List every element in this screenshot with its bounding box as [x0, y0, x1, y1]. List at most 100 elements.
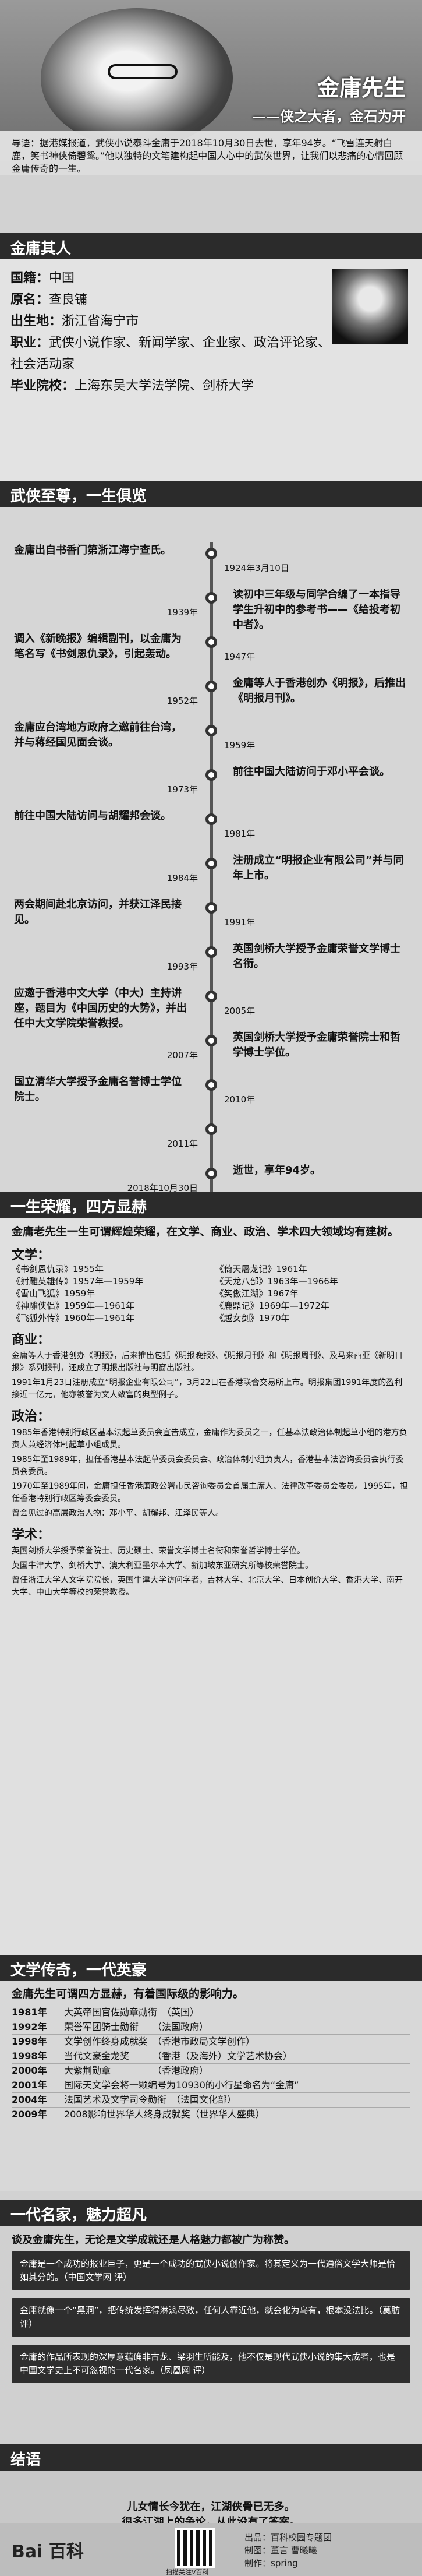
hero-banner: 金庸先生 ——侠之大者，金石为开 导语：据港媒报道，武侠小说泰斗金庸于2018年… — [0, 0, 422, 175]
person-row-value: 浙江省海宁市 — [62, 314, 139, 329]
timeline-dot — [205, 902, 217, 914]
glasses-graphic — [108, 64, 178, 79]
award-text: 法国艺术及文学司令勋衔 （法国文化部） — [64, 2094, 237, 2105]
timeline-year: 1947年 — [224, 651, 256, 662]
person-row: 毕业院校：上海东吴大学法学院、剑桥大学 — [10, 375, 412, 397]
award-year: 2000年 — [12, 2065, 47, 2076]
work-item: 《倚天屠龙记》1961年 — [215, 1264, 307, 1274]
timeline-event-text: 逝世，享年94岁。 — [233, 1164, 321, 1176]
person-row-value: 上海东吴大学法学院、剑桥大学 — [75, 379, 254, 393]
credit-line: 出品：百科校园专题团 — [244, 2532, 332, 2543]
person-row-key: 国籍： — [10, 271, 49, 286]
timeline-year: 1991年 — [224, 917, 256, 928]
politics-paragraph: 1970年至1989年间，金庸担任香港廉政公署市民咨询委员会首届主席人、法律改革… — [12, 1482, 408, 1503]
credits: 出品：百科校园专题团 制图：董言 曹曦曦 制作：spring — [244, 2531, 332, 2570]
qr-code — [175, 2528, 215, 2568]
award-year: 1998年 — [12, 2036, 47, 2047]
work-item: 《天龙八部》1963年—1966年 — [215, 1276, 338, 1287]
award-year: 2009年 — [12, 2109, 47, 2120]
infographic-page: 金庸先生 ——侠之大者，金石为开 导语：据港媒报道，武侠小说泰斗金庸于2018年… — [0, 0, 422, 2576]
award-row: 1981年 大英帝国官佐勋章勋衔 （英国） — [12, 2006, 410, 2020]
person-section: 国籍：中国 原名：查良镛出生地：浙江省海宁市职业：武侠小说作家、新闻学家、企业家、… — [0, 259, 422, 504]
legend-section: 金庸先生可谓四方显赫，有着国际级的影响力。 1981年 大英帝国官佐勋章勋衔 （英… — [0, 1981, 422, 2191]
timeline-year: 1924年3月10日 — [224, 563, 289, 573]
award-year: 2004年 — [12, 2094, 47, 2105]
person-row-key: 原名： — [10, 293, 49, 307]
timeline-event-text: 国立清华大学授予金庸名誉博士学位院士。 — [14, 1076, 182, 1103]
honors-section: 金庸老先生一生可谓辉煌荣耀，在文学、商业、政治、学术四大领域均有建树。 文学： … — [0, 1218, 422, 1958]
award-row: 2000年 大紫荆勋章 （香港政府） — [12, 2064, 410, 2078]
award-row: 1992年 荣誉军团骑士勋衔 （法国政府） — [12, 2020, 410, 2035]
work-item: 《射雕英雄传》1957年—1959年 — [12, 1276, 144, 1287]
timeline-dot — [205, 548, 217, 559]
award-text: 文学创作终身成就奖 （香港市政局文学创作） — [64, 2036, 256, 2047]
timeline-event-text: 应邀于香港中文大学（中大）主持讲座，题目为《中国历史的大势》，并出任中大文学院荣… — [14, 987, 187, 1030]
person-row: 职业：武侠小说作家、新闻学家、企业家、政治评论家、社会活动家 — [10, 332, 336, 375]
award-row: 1998年 文学创作终身成就奖 （香港市政局文学创作） — [12, 2035, 410, 2049]
timeline-event-text: 两会期间赴北京访问，并获江泽民接见。 — [14, 898, 182, 926]
award-text: 国际天文学会将一颗编号为10930的小行星命名为“金庸” — [64, 2080, 299, 2091]
award-text: 2008影响世界华人终身成就奖（世界华人盛典） — [64, 2109, 265, 2120]
timeline-year: 2010年 — [224, 1094, 256, 1105]
award-text: 大英帝国官佐勋章勋衔 （英国） — [64, 2007, 200, 2018]
timeline-event-text: 英国剑桥大学授予金庸荣誉文学博士名衔。 — [233, 943, 400, 970]
quotes-intro: 谈及金庸先生，无论是文学成就还是人格魅力都被广为称赞。 — [12, 2234, 295, 2246]
qr-caption: 扫描关注V百科 — [166, 2568, 209, 2576]
section-title-honors: 一生荣耀，四方显赫 — [0, 1192, 422, 1218]
timeline-dot — [205, 681, 217, 692]
timeline-event-text: 调入《新晚报》编辑副刊，以金庸为笔名写《书剑恩仇录》，引起轰动。 — [14, 633, 182, 660]
timeline-year: 1973年 — [166, 784, 198, 795]
politics-paragraph: 1985年至1989年，担任香港基本法起草委员会委员会、政治体制小组负责人，香港… — [12, 1455, 404, 1476]
section-title-legend: 文学传奇，一代英豪 — [0, 1955, 422, 1982]
academic-paragraph: 曾任浙江大学人文学院院长，英国牛津大学访问学者，吉林大学、北京大学、日本创价大学… — [12, 1576, 403, 1597]
timeline-year: 1981年 — [224, 829, 256, 839]
work-item: 《笑傲江湖》1967年 — [215, 1288, 299, 1299]
timeline-dot — [205, 1123, 217, 1135]
award-row: 2004年 法国艺术及文学司令勋衔 （法国文化部） — [12, 2093, 410, 2108]
timeline-dot — [205, 725, 217, 736]
academic-paragraph: 英国牛津大学、剑桥大学、澳大利亚墨尔本大学、新加坡东亚研究所等校荣誉院士。 — [12, 1561, 313, 1570]
timeline-dot — [205, 1079, 217, 1091]
politics-heading: 政治： — [12, 1409, 51, 1424]
award-row: 1998年 当代文豪金龙奖 （香港（及海外）文学艺术协会） — [12, 2049, 410, 2064]
timeline-event-text: 金庸应台湾地方政府之邀前往台湾，并与蒋经国见面会谈。 — [14, 721, 182, 749]
honors-intro: 金庸老先生一生可谓辉煌荣耀，在文学、商业、政治、学术四大领域均有建树。 — [12, 1225, 399, 1238]
award-year: 1992年 — [12, 2021, 47, 2032]
legend-intro: 金庸先生可谓四方显赫，有着国际级的影响力。 — [12, 1987, 244, 2000]
timeline-year: 1952年 — [166, 696, 198, 706]
person-row-key: 出生地： — [10, 314, 62, 329]
hero-title: 金庸先生 — [317, 75, 406, 101]
timeline-year: 1993年 — [166, 961, 198, 972]
timeline-event-text: 读初中三年级与同学合编了一本指导学生升初中的参考书——《给投考初中者》。 — [233, 589, 400, 631]
ending-line: 儿女情长今犹在，江湖侠骨已无多。 — [127, 2501, 295, 2513]
person-row-value: 中国 — [49, 271, 75, 286]
quote-box: 金庸的作品所表现的深厚意蕴确非古龙、梁羽生所能及，他不仅是现代武侠小说的集大成者… — [12, 2345, 410, 2383]
timeline-event-text: 前往中国大陆访问于邓小平会谈。 — [233, 766, 390, 778]
award-text: 大紫荆勋章 （香港政府） — [64, 2065, 209, 2076]
section-title-person: 金庸其人 — [0, 233, 422, 260]
section-title-timeline: 武侠至尊，一生俱览 — [0, 481, 422, 508]
section-title-ending: 结语 — [0, 2444, 422, 2471]
literature-heading: 文学： — [12, 1248, 51, 1263]
timeline-event-text: 注册成立“明报企业有限公司”并与同年上市。 — [233, 854, 404, 882]
timeline-dot — [205, 592, 217, 604]
award-row: 2001年 国际天文学会将一颗编号为10930的小行星命名为“金庸” — [12, 2078, 410, 2093]
timeline-event-text: 英国剑桥大学授予金庸荣誉院士和哲学博士学位。 — [233, 1031, 400, 1059]
timeline-event-text: 前往中国大陆访问与胡耀邦会谈。 — [14, 810, 171, 822]
person-row-value: 查良镛 — [49, 293, 88, 307]
timeline-year: 1959年 — [224, 740, 256, 750]
timeline-dot — [205, 858, 217, 869]
business-paragraph: 1991年1月23日注册成立“明报企业有限公司”，3月22日在香港联合交易所上市… — [12, 1378, 403, 1400]
credit-line: 制图：董言 曹曦曦 — [244, 2545, 317, 2556]
timeline-dot — [205, 636, 217, 648]
quotes-section: 谈及金庸先生，无论是文学成就还是人格魅力都被广为称赞。 金庸是一个成功的报业巨子… — [0, 2226, 422, 2471]
timeline-dot — [205, 1168, 217, 1179]
person-row-value: 武侠小说作家、新闻学家、企业家、政治评论家、社会活动家 — [10, 336, 331, 372]
intro-text: 导语：据港媒报道，武侠小说泰斗金庸于2018年10月30日去世，享年94岁。“飞… — [0, 131, 422, 175]
timeline-year: 2011年 — [166, 1139, 198, 1149]
award-year: 2001年 — [12, 2080, 47, 2091]
section-title-quotes: 一代名家，魅力超凡 — [0, 2200, 422, 2226]
footer: Bai 百科 扫描关注V百科 出品：百科校园专题团 制图：董言 曹曦曦 制作：s… — [0, 2523, 422, 2576]
timeline-year: 1939年 — [166, 607, 198, 618]
business-paragraph: 金庸等人于香港创办《明报》，后来推出包括《明报晚报》、《明报月刊》和《明报周刊》… — [12, 1351, 403, 1373]
